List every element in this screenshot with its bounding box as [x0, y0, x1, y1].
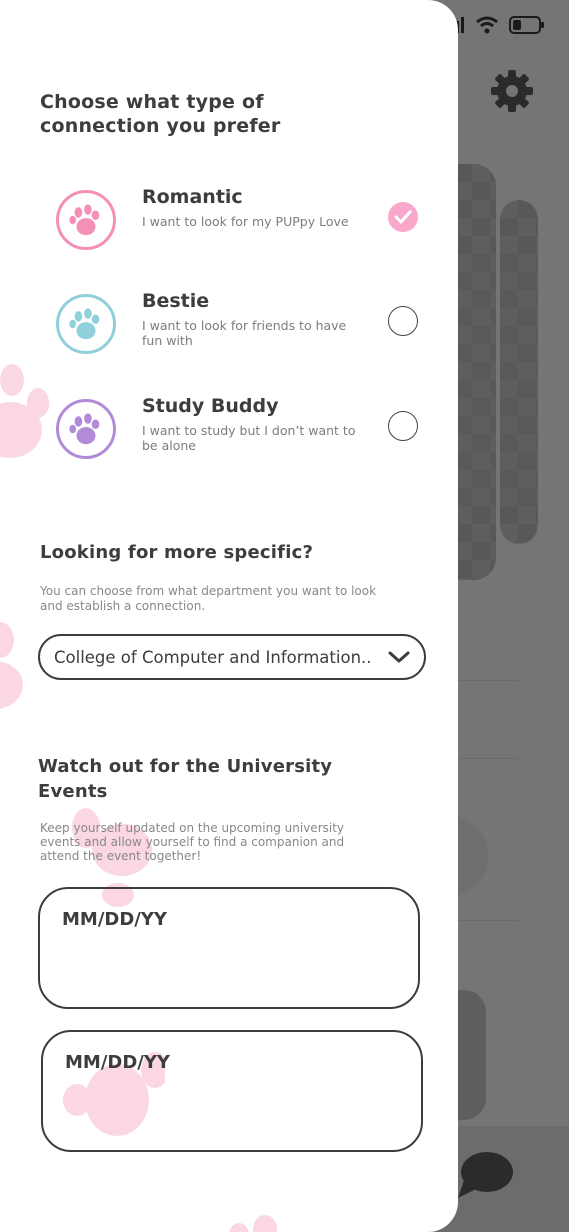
specific-heading: Looking for more specific? — [40, 542, 314, 563]
paw-icon-circle — [56, 399, 116, 459]
paw-icon-circle — [56, 294, 116, 354]
chevron-down-icon — [388, 651, 410, 663]
date-placeholder: MM/DD/YY — [62, 909, 167, 930]
option-romantic[interactable]: Romantic I want to look for my PUPpy Lov… — [56, 186, 436, 254]
paw-decoration-icon — [0, 364, 49, 458]
settings-gear-icon[interactable] — [490, 69, 534, 113]
event-date-field-2[interactable]: MM/DD/YY — [41, 1030, 423, 1152]
events-heading: Watch out for the University Events — [38, 756, 333, 802]
option-name: Bestie — [142, 290, 210, 312]
department-select-value: College of Computer and Information.. — [54, 647, 372, 667]
paw-icon — [69, 204, 100, 236]
department-select[interactable]: College of Computer and Information.. — [38, 634, 426, 680]
option-description: I want to look for my PUPpy Love — [142, 214, 349, 229]
divider — [458, 758, 518, 759]
option-bestie[interactable]: Bestie I want to look for friends to hav… — [56, 290, 436, 358]
divider — [458, 920, 518, 921]
option-description: I want to look for friends to have fun w… — [142, 318, 347, 348]
paw-decoration-icon — [229, 1215, 277, 1232]
radio-unselected[interactable] — [388, 306, 418, 336]
connection-type-heading: Choose what type of connection you prefe… — [40, 91, 281, 137]
specific-subtitle: You can choose from what department you … — [40, 584, 377, 613]
date-placeholder: MM/DD/YY — [65, 1052, 170, 1073]
status-bar — [451, 16, 545, 34]
option-name: Study Buddy — [142, 395, 279, 417]
background-card — [500, 200, 538, 544]
event-date-field-1[interactable]: MM/DD/YY — [38, 887, 420, 1009]
option-study-buddy[interactable]: Study Buddy I want to study but I don’t … — [56, 395, 436, 463]
wifi-icon — [476, 16, 498, 34]
paw-icon-circle — [56, 190, 116, 250]
checkmark-icon — [394, 210, 412, 224]
option-description: I want to study but I don’t want to be a… — [142, 423, 356, 453]
battery-icon — [509, 16, 544, 34]
divider — [458, 680, 518, 681]
radio-unselected[interactable] — [388, 411, 418, 441]
option-name: Romantic — [142, 186, 243, 208]
chat-bubble-icon[interactable] — [456, 1150, 514, 1200]
radio-selected[interactable] — [388, 202, 418, 232]
paw-icon — [69, 308, 100, 340]
events-subtitle: Keep yourself updated on the upcoming un… — [40, 821, 345, 863]
paw-icon — [69, 413, 100, 445]
preferences-panel: Choose what type of connection you prefe… — [0, 0, 458, 1232]
paw-decoration-icon — [0, 622, 23, 709]
